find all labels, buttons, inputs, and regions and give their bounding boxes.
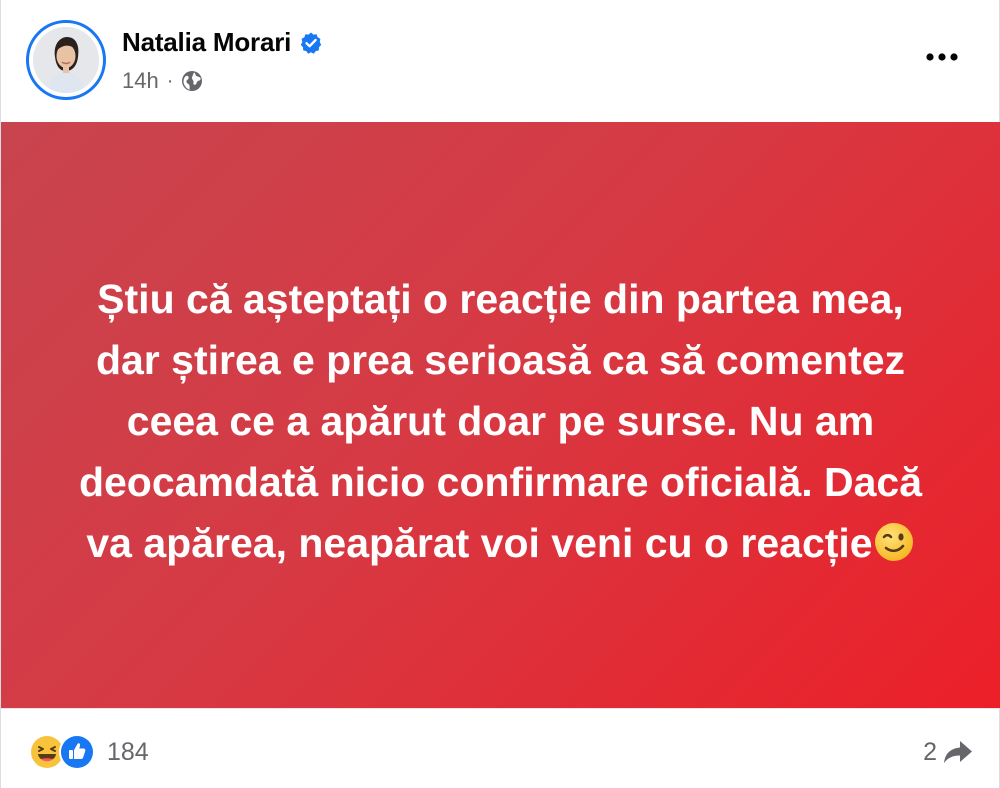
post-background-card: Știu că așteptați o reacție din partea m… xyxy=(1,122,1000,708)
post-footer: 184 2 xyxy=(1,708,1000,788)
share-arrow-icon xyxy=(941,735,975,769)
profile-photo-icon xyxy=(33,27,99,93)
author-name[interactable]: Natalia Morari xyxy=(122,27,291,58)
more-options-button[interactable] xyxy=(917,38,967,78)
meta-separator: · xyxy=(166,69,174,92)
author-avatar[interactable] xyxy=(26,20,106,100)
like-reaction-icon xyxy=(59,734,95,770)
winking-face-icon xyxy=(873,519,915,561)
shares-summary[interactable]: 2 xyxy=(923,735,975,769)
globe-icon[interactable] xyxy=(181,70,203,92)
reaction-count: 184 xyxy=(107,737,149,766)
author-row: Natalia Morari xyxy=(122,27,323,58)
reactions-summary[interactable]: 184 xyxy=(29,734,149,770)
post-text-block: Știu că așteptați o reacție din partea m… xyxy=(71,269,931,574)
post-timestamp[interactable]: 14h xyxy=(122,68,159,94)
post-meta: 14h · xyxy=(122,68,203,94)
post-header: Natalia Morari 14h · xyxy=(1,0,1000,122)
verified-badge-icon xyxy=(299,31,323,55)
share-count: 2 xyxy=(923,737,937,766)
facebook-post: Natalia Morari 14h · Știu că așteptați o… xyxy=(0,0,1000,788)
post-message: Știu că așteptați o reacție din partea m… xyxy=(78,275,923,566)
more-options-icon xyxy=(924,49,960,67)
